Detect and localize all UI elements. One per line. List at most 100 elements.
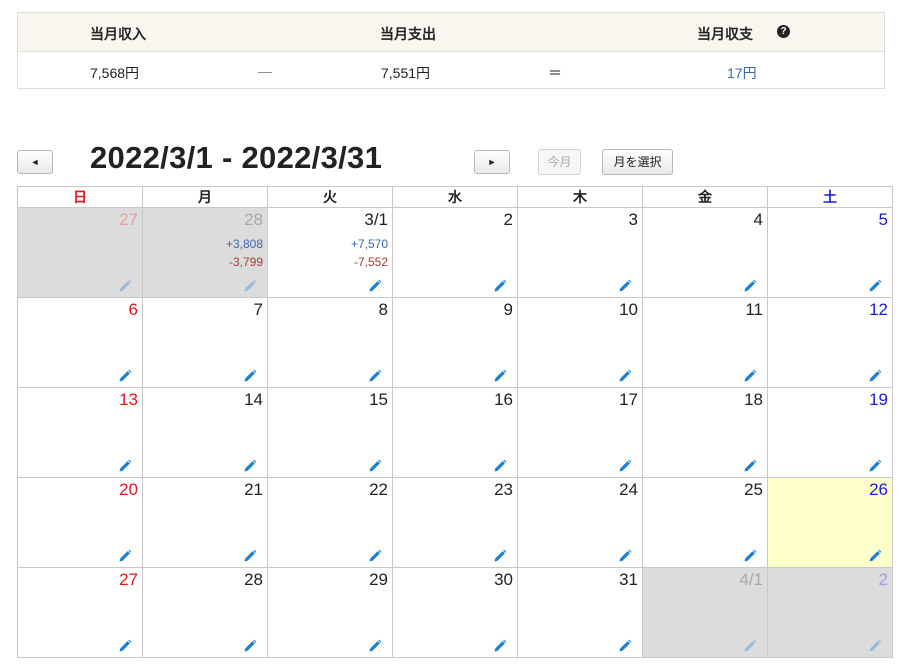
pencil-icon[interactable] bbox=[743, 549, 757, 563]
calendar-day-cell[interactable]: 18 bbox=[642, 387, 768, 478]
day-number: 28 bbox=[244, 210, 263, 229]
day-number: 11 bbox=[745, 300, 763, 319]
calendar-day-cell[interactable]: 5 bbox=[767, 207, 893, 298]
pencil-icon[interactable] bbox=[493, 279, 507, 293]
pencil-icon[interactable] bbox=[868, 639, 882, 653]
pencil-icon[interactable] bbox=[118, 279, 132, 293]
pencil-icon[interactable] bbox=[868, 369, 882, 383]
calendar-day-cell[interactable]: 14 bbox=[142, 387, 268, 478]
calendar-day-cell[interactable]: 11 bbox=[642, 297, 768, 388]
day-number: 3 bbox=[628, 210, 638, 229]
calendar-grid: 日 月 火 水 木 金 土 27 28 +3,808 -3,799 3/1 +7,570-… bbox=[17, 186, 893, 658]
day-number: 18 bbox=[744, 390, 763, 409]
pencil-icon[interactable] bbox=[493, 459, 507, 473]
day-number: 24 bbox=[619, 480, 638, 499]
calendar-day-cell[interactable]: 10 bbox=[517, 297, 643, 388]
pencil-icon[interactable] bbox=[493, 549, 507, 563]
calendar-day-cell[interactable]: 6 bbox=[17, 297, 143, 388]
pencil-icon[interactable] bbox=[118, 639, 132, 653]
day-number: 25 bbox=[744, 480, 763, 499]
prev-month-button[interactable]: ◄ bbox=[17, 150, 53, 174]
calendar-day-cell[interactable]: 21 bbox=[142, 477, 268, 568]
help-icon[interactable]: ? bbox=[777, 25, 790, 38]
calendar-day-cell[interactable]: 8 bbox=[267, 297, 393, 388]
pencil-icon[interactable] bbox=[368, 279, 382, 293]
pencil-icon[interactable] bbox=[618, 459, 632, 473]
calendar-day-cell[interactable]: 17 bbox=[517, 387, 643, 478]
pencil-icon[interactable] bbox=[618, 549, 632, 563]
calendar-day-cell[interactable]: 9 bbox=[392, 297, 518, 388]
calendar-day-cell[interactable]: 4/1 bbox=[642, 567, 768, 658]
pencil-icon[interactable] bbox=[743, 279, 757, 293]
calendar-day-cell[interactable]: 26 bbox=[767, 477, 893, 568]
day-number: 13 bbox=[119, 390, 138, 409]
calendar-day-cell[interactable]: 15 bbox=[267, 387, 393, 478]
calendar-day-cell[interactable]: 31 bbox=[517, 567, 643, 658]
pencil-icon[interactable] bbox=[618, 639, 632, 653]
calendar-day-cell[interactable]: 28 bbox=[142, 567, 268, 658]
day-number: 7 bbox=[253, 300, 263, 319]
pencil-icon[interactable] bbox=[118, 369, 132, 383]
day-number: 28 bbox=[244, 570, 263, 589]
pencil-icon[interactable] bbox=[743, 459, 757, 473]
expense-value: 7,551円 bbox=[381, 65, 431, 81]
pencil-icon[interactable] bbox=[368, 369, 382, 383]
pencil-icon[interactable] bbox=[368, 459, 382, 473]
pencil-icon[interactable] bbox=[243, 639, 257, 653]
calendar-day-cell[interactable]: 22 bbox=[267, 477, 393, 568]
calendar-day-cell[interactable]: 3 bbox=[517, 207, 643, 298]
current-month-button[interactable]: 今月 bbox=[538, 149, 581, 175]
pencil-icon[interactable] bbox=[743, 639, 757, 653]
day-number: 30 bbox=[494, 570, 513, 589]
calendar-day-cell[interactable]: 19 bbox=[767, 387, 893, 478]
calendar-day-cell[interactable]: 25 bbox=[642, 477, 768, 568]
calendar-day-cell[interactable]: 20 bbox=[17, 477, 143, 568]
select-month-button[interactable]: 月を選択 bbox=[602, 149, 673, 175]
calendar-day-cell[interactable]: 13 bbox=[17, 387, 143, 478]
weekday-saturday: 土 bbox=[767, 186, 893, 208]
day-number: 19 bbox=[869, 390, 888, 409]
pencil-icon[interactable] bbox=[368, 549, 382, 563]
calendar-day-cell[interactable]: 12 bbox=[767, 297, 893, 388]
day-number: 15 bbox=[369, 390, 388, 409]
pencil-icon[interactable] bbox=[868, 279, 882, 293]
pencil-icon[interactable] bbox=[243, 369, 257, 383]
day-number: 14 bbox=[244, 390, 263, 409]
day-number: 27 bbox=[119, 570, 138, 589]
pencil-icon[interactable] bbox=[618, 279, 632, 293]
calendar-day-cell[interactable]: 7 bbox=[142, 297, 268, 388]
equals-sign: ＝ bbox=[548, 65, 562, 81]
pencil-icon[interactable] bbox=[118, 549, 132, 563]
calendar-week-row: 27 28 +3,808 -3,799 3/1 +7,570 -7,552 2 3 4 5 bbox=[17, 207, 893, 298]
day-expense: -3,799 bbox=[228, 255, 263, 269]
pencil-icon[interactable] bbox=[868, 459, 882, 473]
calendar-day-cell[interactable]: 28 +3,808 -3,799 bbox=[142, 207, 268, 298]
pencil-icon[interactable] bbox=[243, 279, 257, 293]
pencil-icon[interactable] bbox=[368, 639, 382, 653]
calendar-day-cell[interactable]: 30 bbox=[392, 567, 518, 658]
calendar-day-cell[interactable]: 2 bbox=[767, 567, 893, 658]
calendar-day-cell[interactable]: 27 bbox=[17, 207, 143, 298]
income-label: 当月収入 bbox=[90, 26, 146, 42]
day-number: 20 bbox=[119, 480, 138, 499]
pencil-icon[interactable] bbox=[243, 459, 257, 473]
next-month-button[interactable]: ► bbox=[474, 150, 510, 174]
pencil-icon[interactable] bbox=[243, 549, 257, 563]
pencil-icon[interactable] bbox=[618, 369, 632, 383]
calendar-day-cell[interactable]: 27 bbox=[17, 567, 143, 658]
pencil-icon[interactable] bbox=[868, 549, 882, 563]
expense-label: 当月支出 bbox=[380, 26, 436, 42]
calendar-day-cell[interactable]: 3/1 +7,570 -7,552 bbox=[267, 207, 393, 298]
pencil-icon[interactable] bbox=[493, 369, 507, 383]
pencil-icon[interactable] bbox=[493, 639, 507, 653]
calendar-day-cell[interactable]: 24 bbox=[517, 477, 643, 568]
summary-values: 7,568円 ― 7,551円 ＝ 17円 bbox=[18, 52, 884, 90]
calendar-day-cell[interactable]: 29 bbox=[267, 567, 393, 658]
pencil-icon[interactable] bbox=[743, 369, 757, 383]
calendar-day-cell[interactable]: 4 bbox=[642, 207, 768, 298]
calendar-day-cell[interactable]: 2 bbox=[392, 207, 518, 298]
pencil-icon[interactable] bbox=[118, 459, 132, 473]
day-expense: -7,552 bbox=[353, 255, 388, 269]
calendar-day-cell[interactable]: 23 bbox=[392, 477, 518, 568]
calendar-day-cell[interactable]: 16 bbox=[392, 387, 518, 478]
